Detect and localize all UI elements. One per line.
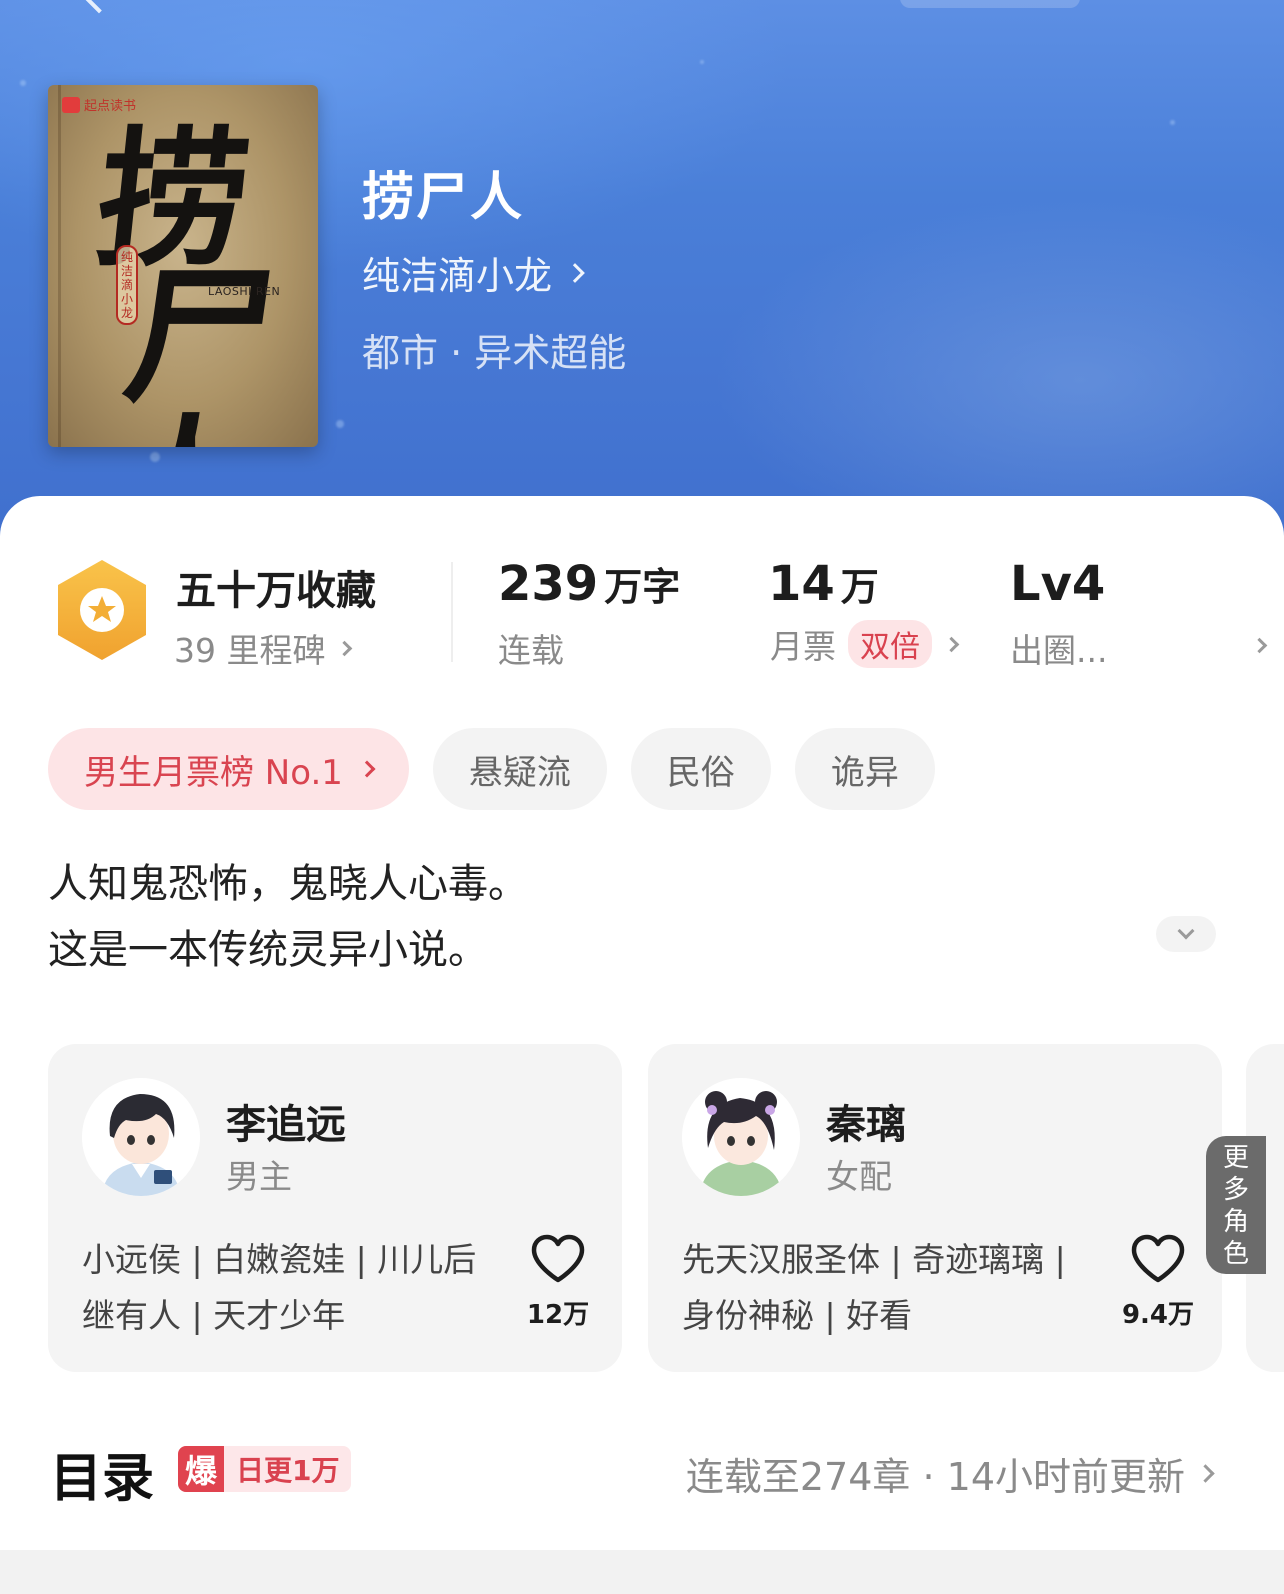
milestone-link[interactable]: 39 里程碑 bbox=[174, 624, 353, 672]
chevron-right-icon bbox=[1251, 637, 1268, 654]
daily-update-badge: 爆 日更1万 bbox=[178, 1446, 352, 1492]
hot-icon: 爆 bbox=[178, 1446, 224, 1492]
book-detail-card: 五十万收藏 39 里程碑 239 万字 连载 14 万 月票 双倍 Lv4 出圈… bbox=[0, 496, 1284, 1594]
milestone-medal-icon[interactable] bbox=[54, 558, 150, 662]
toc-title: 目录 bbox=[50, 1449, 155, 1509]
double-badge: 双倍 bbox=[848, 620, 932, 668]
expand-description-button[interactable] bbox=[1156, 916, 1216, 952]
heart-icon[interactable] bbox=[1130, 1234, 1186, 1284]
word-count-number: 239 bbox=[498, 556, 599, 612]
character-traits: 小远侯 | 白嫩瓷娃 | 川儿后 继有人 | 天才少年 bbox=[82, 1232, 512, 1344]
stats-more-link[interactable] bbox=[1240, 636, 1268, 655]
character-traits: 先天汉服圣体 | 奇迹璃璃 | 身份神秘 | 好看 bbox=[682, 1232, 1112, 1344]
word-count: 239 万字 bbox=[498, 556, 680, 612]
character-name: 秦璃 bbox=[826, 1102, 906, 1148]
character-likes: 9.4万 bbox=[1121, 1300, 1195, 1330]
heart-icon[interactable] bbox=[530, 1234, 586, 1284]
cover-pinyin: LAOSHI REN bbox=[208, 285, 281, 298]
toc-link[interactable]: 连载至274章 · 14小时前更新 bbox=[685, 1446, 1215, 1501]
cover-author-seal: 纯洁滴小龙 bbox=[116, 245, 138, 325]
description-line: 这是一本传统灵异小说。 bbox=[48, 927, 488, 973]
update-status: 连载至274章 · 14小时前更新 bbox=[685, 1455, 1185, 1499]
tag-item[interactable]: 诡异 bbox=[794, 728, 935, 810]
book-title: 捞尸人 bbox=[362, 168, 525, 228]
book-description[interactable]: 人知鬼恐怖，鬼晓人心毒。 这是一本传统灵异小说。 bbox=[48, 851, 528, 983]
character-likes: 12万 bbox=[526, 1300, 590, 1330]
chevron-right-icon bbox=[943, 636, 960, 652]
tag-row: 男生月票榜 No.1 悬疑流 民俗 诡异 bbox=[48, 728, 935, 810]
book-genre: 都市 · 异术超能 bbox=[362, 331, 627, 375]
chevron-right-icon bbox=[1196, 1464, 1215, 1483]
level-value: Lv4 bbox=[1010, 556, 1106, 612]
traits-line: 身份神秘 | 好看 bbox=[682, 1296, 913, 1335]
character-name: 李追远 bbox=[226, 1102, 346, 1148]
book-cover[interactable]: 起点读书 捞 尸人 纯洁滴小龙 LAOSHI REN bbox=[48, 85, 318, 447]
tag-item[interactable]: 民俗 bbox=[630, 728, 771, 810]
tag-item[interactable]: 悬疑流 bbox=[432, 728, 607, 810]
character-avatar bbox=[682, 1078, 800, 1196]
more-characters-button[interactable]: 更多角色 bbox=[1206, 1136, 1266, 1274]
daily-update-label: 日更1万 bbox=[236, 1454, 340, 1487]
book-header: 起点读书 捞 尸人 纯洁滴小龙 LAOSHI REN 捞尸人 纯洁滴小龙 都市 … bbox=[0, 0, 1284, 560]
rank-tag-label: 男生月票榜 No.1 bbox=[84, 752, 343, 793]
favorites-count: 五十万收藏 bbox=[176, 568, 376, 614]
character-card[interactable]: 李追远 男主 小远侯 | 白嫩瓷娃 | 川儿后 继有人 | 天才少年 12万 bbox=[48, 1044, 622, 1372]
monthly-tickets-link[interactable]: 月票 双倍 bbox=[770, 620, 960, 668]
traits-line: 继有人 | 天才少年 bbox=[82, 1296, 346, 1335]
author-name: 纯洁滴小龙 bbox=[362, 254, 553, 298]
tickets-label: 月票 bbox=[770, 627, 836, 666]
top-bar-pill bbox=[900, 0, 1080, 8]
level: Lv4 bbox=[1010, 556, 1105, 612]
book-author-link[interactable]: 纯洁滴小龙 bbox=[362, 245, 585, 300]
chevron-down-icon bbox=[1177, 922, 1195, 940]
back-icon[interactable] bbox=[80, 0, 118, 14]
tickets-number: 14 bbox=[768, 556, 835, 612]
chevron-right-icon bbox=[358, 760, 376, 778]
traits-line: 小远侯 | 白嫩瓷娃 | 川儿后 bbox=[82, 1240, 477, 1279]
tickets-unit: 万 bbox=[840, 565, 879, 609]
traits-line: 先天汉服圣体 | 奇迹璃璃 | bbox=[682, 1240, 1066, 1279]
more-characters-label: 更多角色 bbox=[1222, 1143, 1249, 1269]
milestone-label: 39 里程碑 bbox=[174, 631, 326, 670]
character-role: 女配 bbox=[826, 1157, 892, 1196]
character-card[interactable]: 秦璃 女配 先天汉服圣体 | 奇迹璃璃 | 身份神秘 | 好看 9.4万 bbox=[648, 1044, 1222, 1372]
level-label: 出圈... bbox=[1010, 631, 1108, 670]
word-count-unit: 万字 bbox=[604, 565, 681, 609]
character-role: 男主 bbox=[226, 1157, 292, 1196]
bottom-divider bbox=[0, 1550, 1284, 1594]
publisher-logo-icon bbox=[62, 97, 80, 113]
character-avatar bbox=[82, 1078, 200, 1196]
stats-divider bbox=[451, 562, 453, 662]
chevron-right-icon bbox=[337, 640, 353, 656]
monthly-tickets: 14 万 bbox=[768, 556, 879, 612]
chevron-right-icon bbox=[565, 262, 585, 283]
serial-status: 连载 bbox=[498, 631, 564, 670]
description-line: 人知鬼恐怖，鬼晓人心毒。 bbox=[48, 861, 528, 907]
rank-tag[interactable]: 男生月票榜 No.1 bbox=[48, 728, 409, 810]
